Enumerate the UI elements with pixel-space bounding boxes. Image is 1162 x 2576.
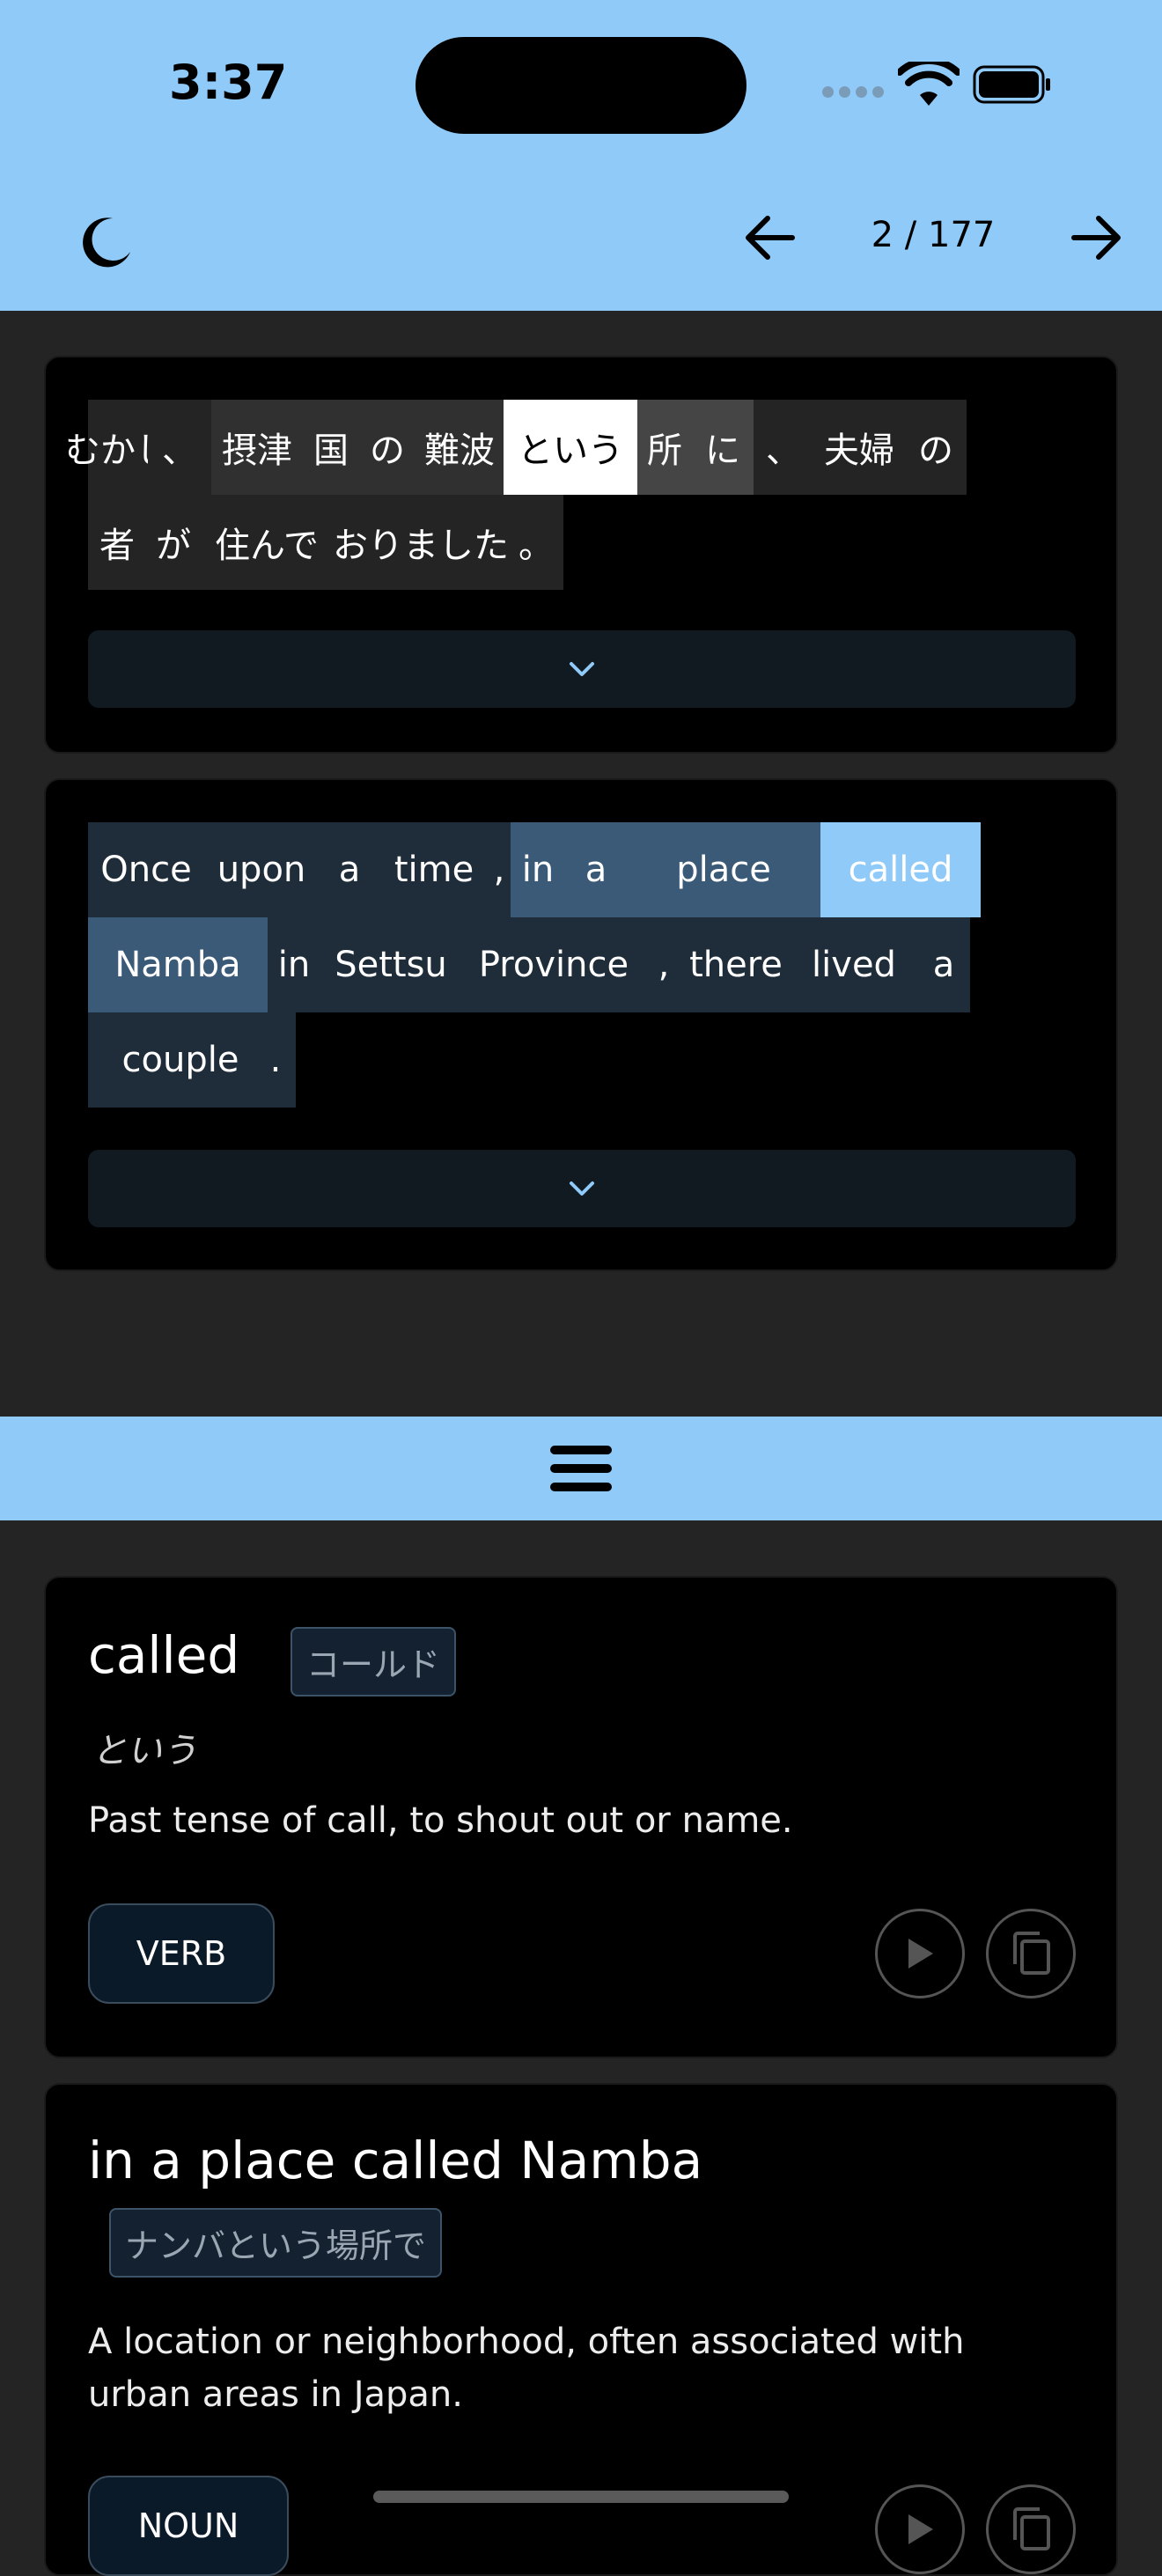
token[interactable]: a	[319, 822, 380, 917]
token[interactable]: に	[692, 400, 754, 495]
token[interactable]: Namba	[88, 917, 268, 1012]
play-button[interactable]	[875, 2484, 965, 2574]
token[interactable]: 、	[754, 400, 813, 495]
translation-sentence-card: Once upon a time , in a place called Nam…	[44, 778, 1118, 1271]
copy-icon	[1013, 2507, 1050, 2550]
token-selected[interactable]: という	[504, 400, 637, 495]
sentence-line: Once upon a time , in a place called	[88, 822, 1083, 917]
battery-icon	[973, 65, 1050, 104]
token[interactable]: ,	[646, 917, 681, 1012]
detail-word: called	[88, 1625, 240, 1685]
token[interactable]: Once	[88, 822, 204, 917]
status-time: 3:37	[169, 55, 288, 110]
sentence-line: むかし 、 摂津 国 の 難波 という 所 に 、 夫婦 の	[65, 400, 1083, 495]
page-counter: 2 / 177	[871, 215, 996, 255]
token[interactable]: の	[359, 400, 416, 495]
play-icon	[908, 2514, 933, 2544]
token[interactable]: 夫婦	[813, 400, 905, 495]
token[interactable]: むかし	[65, 400, 171, 495]
source-sentence: むかし 、 摂津 国 の 難波 という 所 に 、 夫婦 の 者 が 住んで お…	[65, 400, 1083, 590]
home-indicator[interactable]	[373, 2491, 789, 2503]
arrow-right-icon[interactable]	[1069, 213, 1125, 262]
pos-tag-button[interactable]: NOUN	[88, 2476, 289, 2576]
token[interactable]: lived	[791, 917, 917, 1012]
token[interactable]: Settsu	[320, 917, 461, 1012]
moon-icon[interactable]	[77, 213, 134, 269]
token[interactable]: 国	[303, 400, 359, 495]
play-button[interactable]	[875, 1909, 965, 1998]
arrow-left-icon[interactable]	[741, 213, 798, 262]
translation-sentence: Once upon a time , in a place called Nam…	[88, 822, 1083, 1108]
pos-tag-button[interactable]: VERB	[88, 1903, 275, 2004]
definition-text: Past tense of call, to shout out or name…	[88, 1800, 793, 1841]
chevron-down-icon	[570, 1181, 594, 1196]
sentence-line: Namba in Settsu Province , there lived a	[88, 917, 1083, 1012]
token[interactable]: upon	[204, 822, 319, 917]
katakana-chip: ナンバという場所で	[109, 2208, 443, 2278]
wifi-icon	[898, 62, 960, 106]
play-icon	[908, 1939, 933, 1969]
copy-button[interactable]	[986, 2484, 1076, 2574]
copy-icon	[1013, 1932, 1050, 1975]
source-sentence-card: むかし 、 摂津 国 の 難波 という 所 に 、 夫婦 の 者 が 住んで お…	[44, 356, 1118, 754]
token[interactable]: in	[268, 917, 320, 1012]
definition-text: A location or neighborhood, often associ…	[88, 2322, 965, 2415]
signal-icon	[822, 85, 889, 101]
token[interactable]: 難波	[416, 400, 504, 495]
menu-icon	[550, 1446, 612, 1491]
token-selected[interactable]: called	[820, 822, 981, 917]
token[interactable]: .	[255, 1012, 296, 1108]
token[interactable]: there	[681, 917, 791, 1012]
token[interactable]: が	[146, 495, 201, 590]
token[interactable]: 住んで	[201, 495, 333, 590]
expand-button[interactable]	[88, 630, 1076, 708]
dynamic-island	[416, 37, 746, 134]
token[interactable]: in	[511, 822, 565, 917]
token[interactable]: place	[627, 822, 820, 917]
token[interactable]: 。	[509, 495, 563, 590]
sentence-line: couple .	[88, 1012, 1083, 1108]
token[interactable]: おりました	[333, 495, 509, 590]
panel-resize-handle[interactable]	[0, 1417, 1162, 1520]
token[interactable]: ,	[488, 822, 511, 917]
sentence-line: 者 が 住んで おりました 。	[88, 495, 1083, 590]
katakana-chip: コールド	[290, 1627, 457, 1696]
reading-text: という	[92, 1731, 197, 1771]
detail-word: in a place called Namba	[88, 2131, 703, 2190]
expand-button[interactable]	[88, 1150, 1076, 1227]
chevron-down-icon	[570, 662, 594, 676]
token[interactable]: 摂津	[211, 400, 303, 495]
token[interactable]: a	[917, 917, 970, 1012]
token[interactable]: a	[565, 822, 627, 917]
token[interactable]: 所	[637, 400, 692, 495]
token[interactable]: 者	[88, 495, 146, 590]
word-detail-card: called コールド という Past tense of call, to s…	[44, 1576, 1118, 2058]
token[interactable]: 、	[148, 400, 211, 495]
token[interactable]: の	[905, 400, 967, 495]
token[interactable]: couple	[88, 1012, 255, 1108]
token[interactable]: Province	[461, 917, 646, 1012]
token[interactable]: time	[380, 822, 488, 917]
copy-button[interactable]	[986, 1909, 1076, 1998]
